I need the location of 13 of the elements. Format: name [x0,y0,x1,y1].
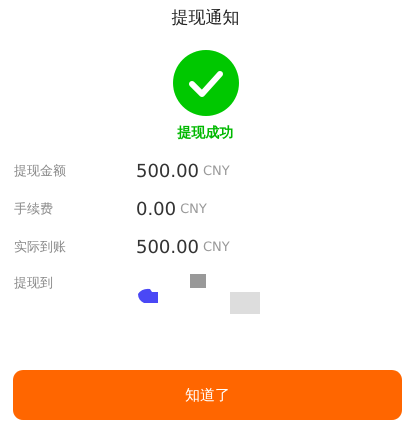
currency-unit: CNY [202,240,230,254]
amount-value: 0.00 [136,198,176,220]
detail-label: 提现到 [13,275,54,293]
currency-unit: CNY [202,164,230,178]
amount-value: 500.00 [136,160,199,182]
detail-label: 手续费 [13,201,54,218]
detail-label: 实际到账 [13,239,67,256]
detail-label: 提现金额 [13,163,67,180]
confirm-button[interactable]: 知道了 [13,370,402,420]
status-text: 提现成功 [176,124,234,142]
amount-value: 500.00 [136,236,199,258]
page-title: 提现通知 [170,7,240,30]
currency-unit: CNY [180,202,207,216]
